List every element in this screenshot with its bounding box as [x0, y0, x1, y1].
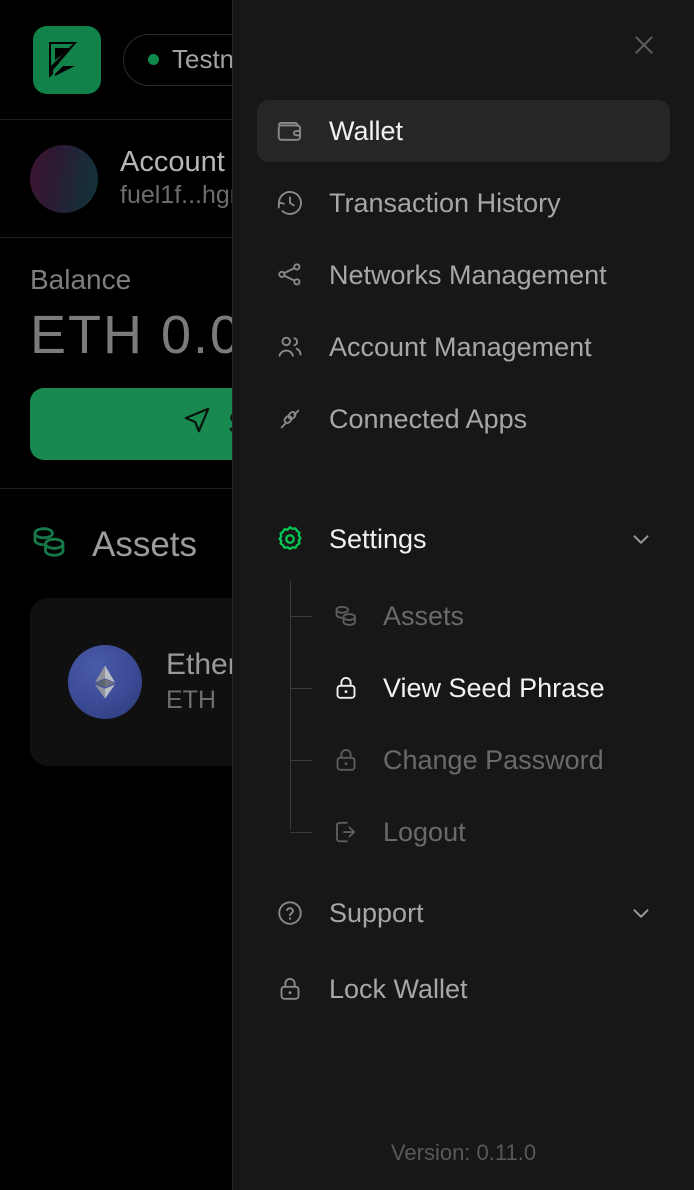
plug-icon	[273, 402, 307, 436]
menu-item-networks-management[interactable]: Networks Management	[257, 244, 670, 306]
account-name: Account 1	[120, 146, 249, 179]
help-circle-icon	[273, 896, 307, 930]
history-icon	[273, 186, 307, 220]
settings-subitems: Assets View Seed Phrase Change Password …	[257, 580, 670, 868]
chevron-down-icon[interactable]	[628, 900, 654, 926]
menu-item-label: Connected Apps	[329, 403, 528, 434]
close-icon[interactable]	[624, 25, 664, 65]
account-avatar	[30, 144, 98, 213]
settings-item-label: View Seed Phrase	[383, 672, 605, 703]
wallet-icon	[273, 114, 307, 148]
menu-item-label: Wallet	[329, 115, 404, 146]
menu-item-support[interactable]: Support	[257, 882, 670, 944]
settings-item-label: Change Password	[383, 744, 604, 775]
network-status-dot	[148, 54, 159, 65]
network-share-icon	[273, 258, 307, 292]
menu-item-settings[interactable]: Settings	[257, 508, 670, 570]
settings-item-assets[interactable]: Assets	[290, 580, 670, 652]
ethereum-icon	[68, 645, 142, 719]
menu-divider-space	[257, 460, 670, 508]
send-icon	[182, 405, 212, 443]
version-label: Version: 0.11.0	[390, 1140, 537, 1165]
app-root: Testnet Account 1 fuel1f...hgrt Balance …	[0, 0, 694, 1190]
menu-item-transaction-history[interactable]: Transaction History	[257, 172, 670, 234]
settings-item-logout[interactable]: Logout	[290, 796, 670, 868]
menu-item-label: Networks Management	[329, 259, 607, 290]
fuel-logo	[33, 25, 101, 94]
menu-item-label: Support	[329, 897, 424, 928]
menu-item-label: Account Management	[329, 331, 592, 362]
menu-item-label: Transaction History	[329, 187, 561, 218]
lock-icon	[329, 743, 363, 777]
chevron-down-icon[interactable]	[628, 526, 654, 552]
settings-item-change-password[interactable]: Change Password	[290, 724, 670, 796]
settings-item-label: Logout	[383, 816, 466, 847]
settings-item-view-seed-phrase[interactable]: View Seed Phrase	[290, 652, 670, 724]
settings-drawer: Wallet Transaction History Networks Mana…	[232, 0, 694, 1190]
menu-item-account-management[interactable]: Account Management	[257, 316, 670, 378]
menu-item-connected-apps[interactable]: Connected Apps	[257, 388, 670, 450]
lock-icon	[329, 671, 363, 705]
settings-item-label: Assets	[383, 600, 465, 631]
coins-icon	[329, 599, 363, 633]
lock-icon	[273, 972, 307, 1006]
menu-item-label: Settings	[329, 523, 427, 554]
drawer-header	[233, 0, 694, 90]
account-info: Account 1 fuel1f...hgrt	[120, 145, 249, 212]
menu-item-lock-wallet[interactable]: Lock Wallet	[257, 958, 670, 1020]
logout-icon	[329, 815, 363, 849]
coins-icon	[28, 521, 70, 568]
assets-title: Assets	[92, 524, 198, 564]
gear-icon	[273, 522, 307, 556]
drawer-menu: Wallet Transaction History Networks Mana…	[233, 90, 694, 1140]
menu-item-label: Lock Wallet	[329, 973, 468, 1004]
users-icon	[273, 330, 307, 364]
menu-item-wallet[interactable]: Wallet	[257, 100, 670, 162]
account-address: fuel1f...hgrt	[120, 181, 246, 210]
